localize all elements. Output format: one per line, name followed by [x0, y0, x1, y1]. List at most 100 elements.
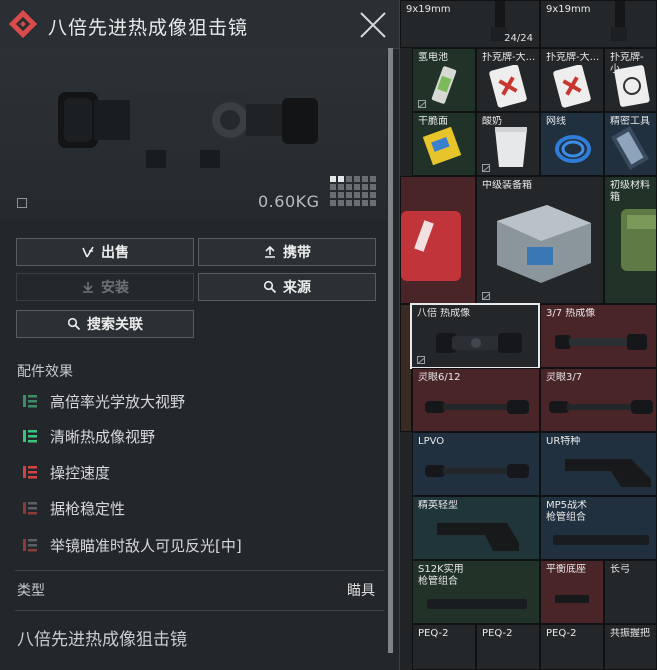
sell-icon: [82, 246, 94, 258]
scope-icon: [425, 400, 529, 414]
scrollbar-thumb[interactable]: [388, 48, 393, 653]
inventory-slot[interactable]: 9x19mm: [540, 0, 657, 48]
source-button[interactable]: 来源: [198, 273, 376, 301]
inventory-slot[interactable]: 酸奶: [476, 112, 540, 176]
inventory-slot[interactable]: PEQ-2: [476, 624, 540, 670]
inventory-slot[interactable]: 9x19mm 24/24: [400, 0, 540, 48]
inventory-slot[interactable]: 共振握把: [604, 624, 657, 670]
item-label: 八倍 热成像: [417, 308, 471, 319]
effect-text: 高倍率光学放大视野: [50, 392, 186, 411]
inventory-slot[interactable]: 精英轻型: [412, 496, 540, 560]
mount-icon: [555, 595, 589, 603]
scope-icon: [549, 400, 653, 414]
panel-title: 八倍先进热成像狙击镜: [48, 17, 249, 39]
inventory-grid: 9x19mm 24/24 9x19mm 氢电池 扑克牌-大... 扑克牌-大..…: [400, 0, 657, 670]
item-name: 八倍先进热成像狙击镜: [17, 630, 187, 650]
search-icon: [67, 317, 81, 331]
inventory-slot[interactable]: 扑克牌-大...: [476, 48, 540, 112]
sell-button[interactable]: 出售: [16, 238, 194, 266]
effect-item: 清晰热成像视野: [22, 425, 155, 447]
inventory-slot[interactable]: 长弓: [604, 560, 657, 624]
inventory-slot[interactable]: [400, 176, 476, 304]
inventory-slot[interactable]: 中级装备箱: [476, 176, 604, 304]
item-label: MP5战术 枪管组合: [546, 500, 588, 523]
item-detail-panel: 八倍先进热成像狙击镜 0.60KG 出售 携带 安装 来源 搜索关联 配件效果 …: [0, 0, 400, 670]
item-label: PEQ-2: [418, 628, 449, 639]
stat-down-icon: [23, 466, 37, 479]
effect-item: 据枪稳定性: [22, 497, 125, 519]
source-label: 来源: [283, 280, 311, 296]
inventory-slot[interactable]: PEQ-2: [412, 624, 476, 670]
ammo-count: 24/24: [504, 33, 533, 44]
install-label: 安装: [101, 280, 129, 296]
item-label: 扑克牌-大...: [546, 52, 600, 63]
stock-icon: [565, 459, 651, 487]
equipment-box-icon: [497, 205, 591, 283]
playing-cards-icon: [614, 65, 650, 107]
network-cable-icon: [555, 135, 591, 163]
barrel-icon: [427, 599, 527, 609]
search-icon: [263, 280, 277, 294]
carry-label: 携带: [283, 245, 311, 261]
slot-size-icon: [330, 176, 376, 206]
item-label: 共振握把: [610, 628, 650, 639]
inventory-slot[interactable]: UR特种: [540, 432, 657, 496]
red-case-icon: [401, 211, 461, 281]
playing-cards-icon: [489, 65, 527, 108]
inventory-slot[interactable]: LPVO: [412, 432, 540, 496]
inventory-slot[interactable]: 网线: [540, 112, 604, 176]
item-label: 9x19mm: [406, 4, 451, 15]
inventory-slot[interactable]: 初级材料箱: [604, 176, 657, 304]
inventory-slot[interactable]: 扑克牌-小...: [604, 48, 657, 112]
item-label: 灵眼6/12: [418, 372, 461, 383]
barrel-icon: [553, 535, 649, 545]
inventory-slot[interactable]: MP5战术 枪管组合: [540, 496, 657, 560]
item-category-icon: [8, 9, 38, 39]
effect-text: 据枪稳定性: [50, 499, 126, 518]
item-label: S12K实用 枪管组合: [418, 564, 464, 587]
inventory-slot-selected[interactable]: 八倍 热成像: [410, 303, 540, 369]
battery-icon: [431, 66, 457, 104]
snack-bag-icon: [422, 126, 462, 166]
lock-icon: [418, 100, 426, 108]
divider: [15, 610, 384, 611]
scrollbar[interactable]: [388, 48, 393, 653]
inventory-slot[interactable]: 精密工具: [604, 112, 657, 176]
inventory-slot[interactable]: 平衡底座: [540, 560, 604, 624]
inventory-slot[interactable]: S12K实用 枪管组合: [412, 560, 540, 624]
inventory-slot[interactable]: 氢电池: [412, 48, 476, 112]
item-label: 灵眼3/7: [546, 372, 583, 383]
attachment-effects-title: 配件效果: [17, 364, 73, 380]
item-label: 3/7 热成像: [546, 308, 596, 319]
install-button[interactable]: 安装: [16, 273, 194, 301]
stat-down-icon: [23, 539, 37, 552]
item-preview: [0, 48, 387, 220]
material-box-icon: [621, 209, 656, 271]
inventory-slot[interactable]: 灵眼3/7: [540, 368, 657, 432]
item-label: 扑克牌-大...: [482, 52, 536, 63]
effect-item: 高倍率光学放大视野: [22, 390, 185, 412]
item-label: LPVO: [418, 436, 445, 447]
inventory-slot[interactable]: 灵眼6/12: [412, 368, 540, 432]
thermal-scope-icon: [555, 334, 647, 350]
lock-icon: [417, 356, 425, 364]
item-label: 长弓: [610, 564, 630, 575]
inventory-slot[interactable]: PEQ-2: [540, 624, 604, 670]
download-icon: [83, 282, 93, 293]
divider: [15, 570, 384, 571]
upload-icon: [265, 245, 275, 258]
inventory-slot[interactable]: 扑克牌-大...: [540, 48, 604, 112]
item-label: 9x19mm: [546, 4, 591, 15]
inventory-slot[interactable]: 3/7 热成像: [540, 304, 657, 368]
close-icon[interactable]: [358, 10, 388, 40]
item-label: 精英轻型: [418, 500, 458, 511]
search-related-label: 搜索关联: [87, 317, 143, 333]
carry-button[interactable]: 携带: [198, 238, 376, 266]
item-weight: 0.60KG: [258, 192, 320, 211]
stock-icon: [437, 523, 519, 551]
search-related-button[interactable]: 搜索关联: [16, 310, 194, 338]
item-label: PEQ-2: [546, 628, 577, 639]
playing-cards-icon: [553, 65, 591, 108]
item-label: 平衡底座: [546, 564, 586, 575]
inventory-slot[interactable]: 干脆面: [412, 112, 476, 176]
